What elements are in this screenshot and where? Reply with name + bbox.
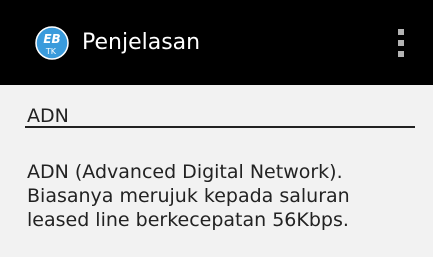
content-area: ADN ADN (Advanced Digital Network). Bias… xyxy=(0,85,433,257)
overflow-menu-icon[interactable] xyxy=(392,25,410,61)
divider xyxy=(25,126,415,128)
page-title: Penjelasan xyxy=(82,30,201,55)
action-bar: EB TK Penjelasan xyxy=(0,0,433,85)
explanation-screen: EB TK Penjelasan ADN ADN (Advanced Digit… xyxy=(0,0,433,257)
app-icon-letters-bottom: TK xyxy=(45,47,57,56)
term-heading: ADN xyxy=(27,105,69,127)
app-icon-letters-top: EB xyxy=(43,32,60,46)
app-icon[interactable]: EB TK xyxy=(35,26,69,60)
explanation-text: ADN (Advanced Digital Network). Biasanya… xyxy=(27,161,350,231)
